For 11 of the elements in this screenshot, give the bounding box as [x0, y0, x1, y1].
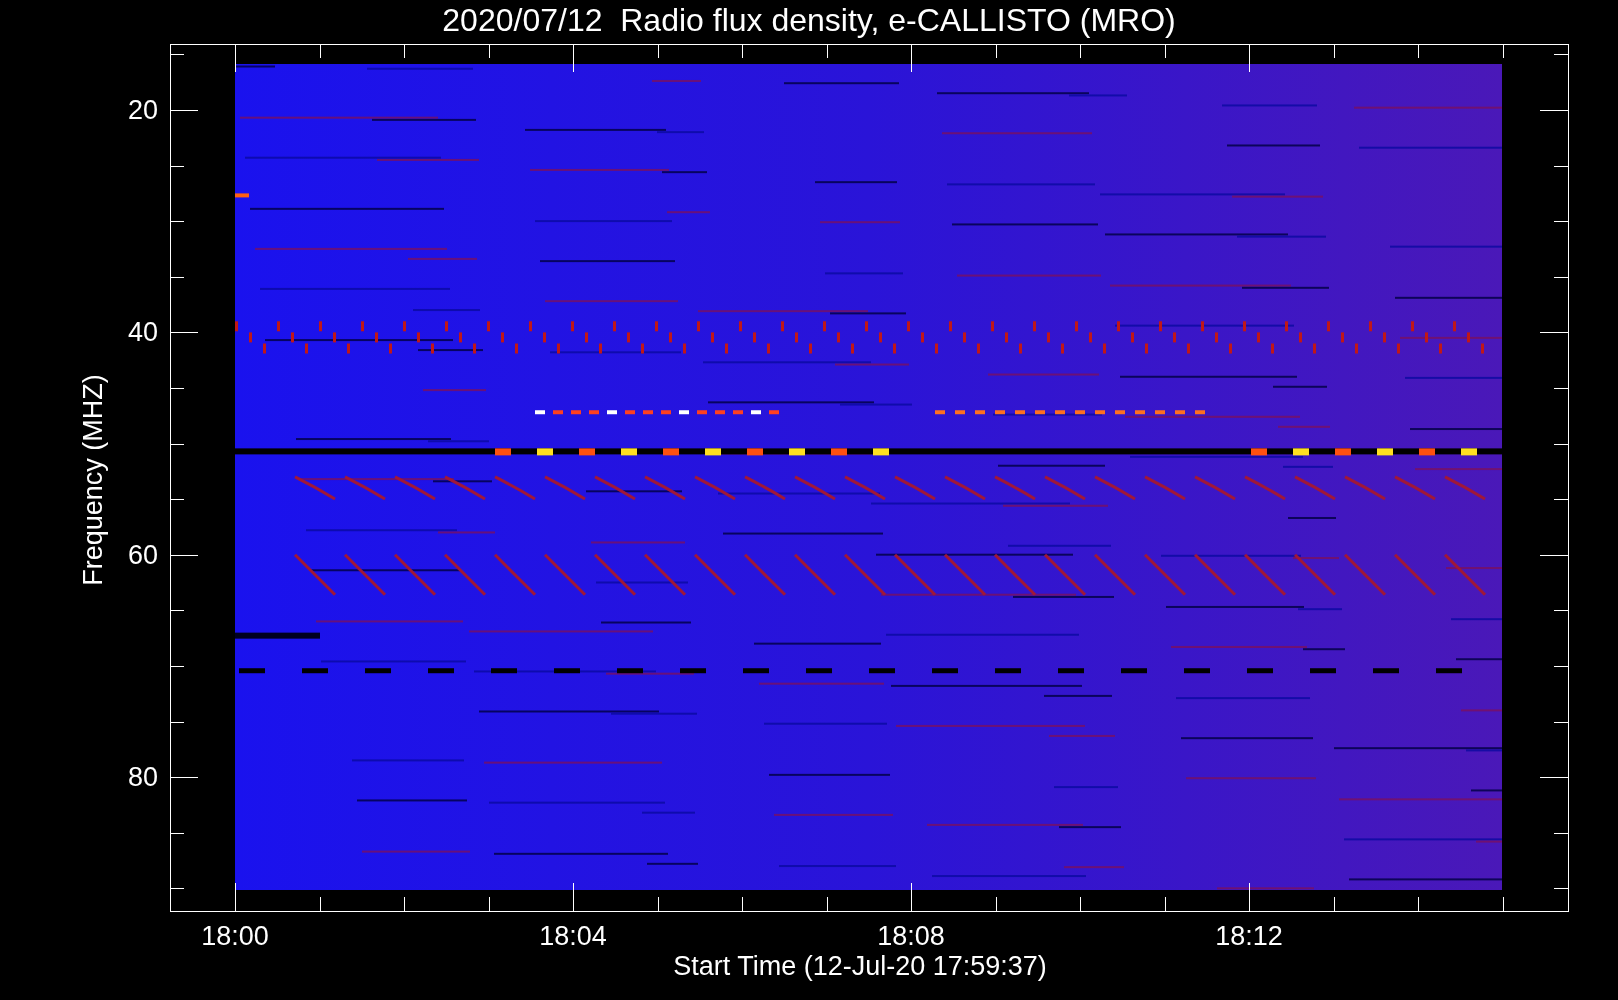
x-tick-label: 18:00: [200, 921, 270, 951]
x-tick-label: 18:04: [538, 921, 608, 951]
y-tick-label: 60: [126, 539, 158, 570]
chart-title: 2020/07/12 Radio flux density, e-CALLISTO (MRO): [441, 1, 1177, 40]
x-tick-label: 18:12: [1214, 921, 1284, 951]
x-tick-label: 18:08: [876, 921, 946, 951]
y-tick-label: 20: [126, 95, 158, 125]
y-axis-label: Frequency (MHZ): [78, 373, 108, 588]
y-tick-label: 80: [126, 762, 158, 793]
y-tick-label: 40: [126, 317, 158, 348]
x-axis-label: Start Time (12-Jul-20 17:59:37): [672, 951, 1048, 981]
